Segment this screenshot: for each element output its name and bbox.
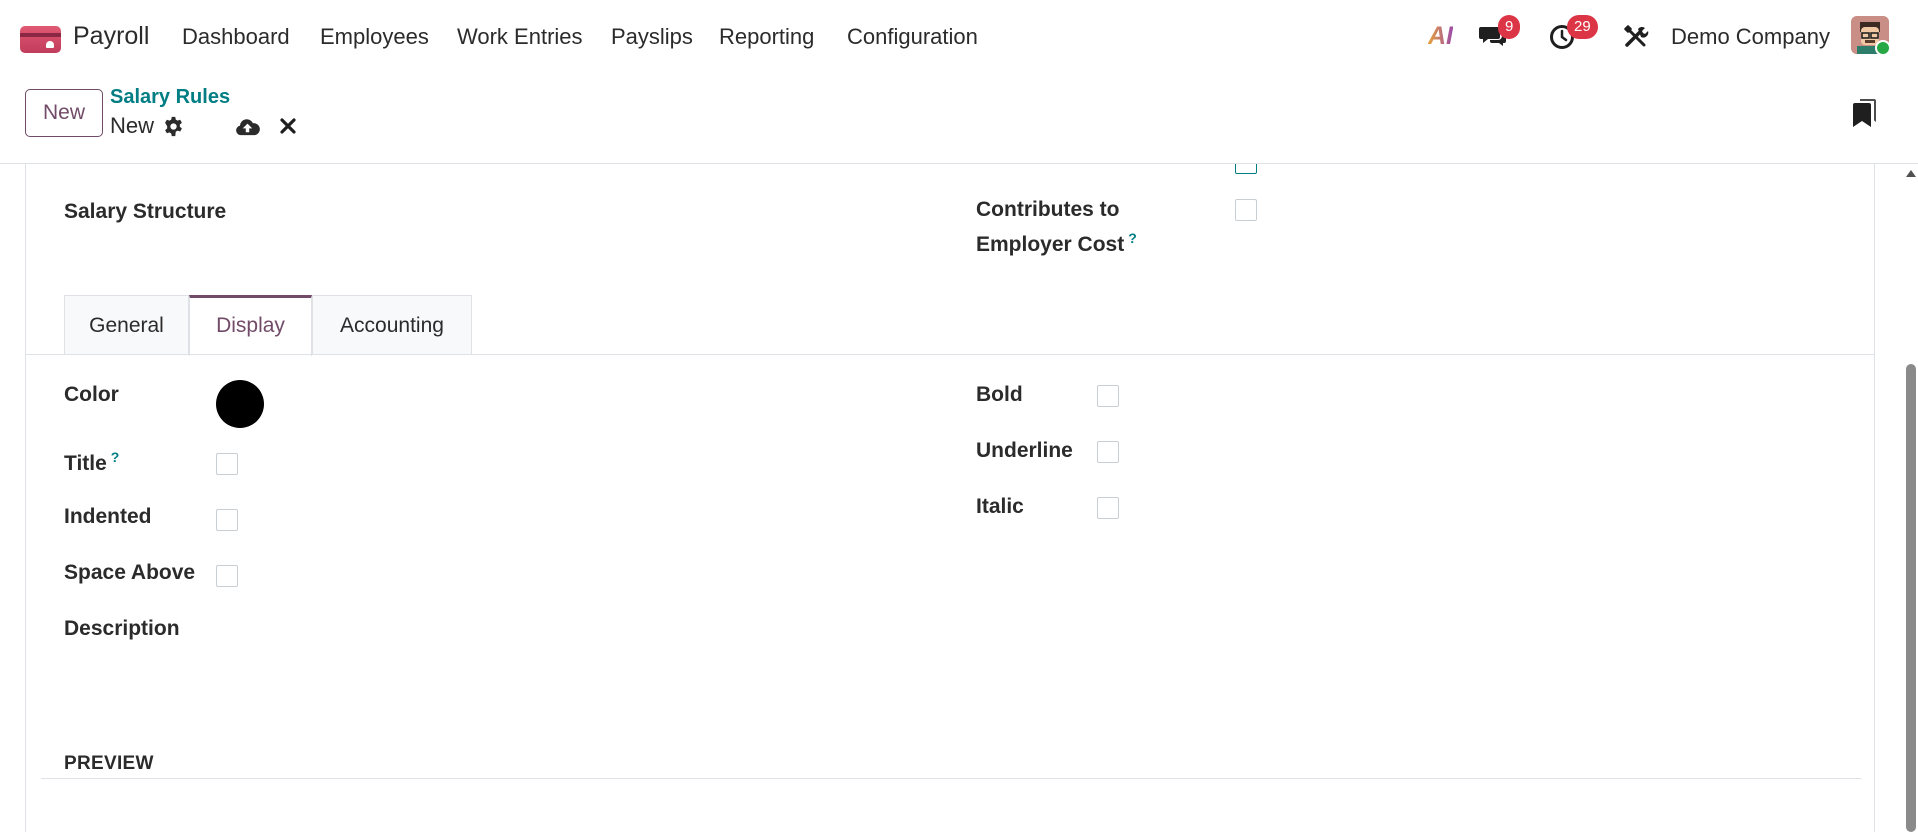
tools-icon[interactable] [1623, 24, 1649, 50]
contributes-employer-cost-label: Employer Cost? [976, 230, 1137, 256]
salary-structure-label: Salary Structure [64, 200, 227, 223]
bookmark-icon[interactable] [1853, 98, 1877, 128]
indented-checkbox[interactable] [216, 509, 238, 531]
payroll-app-icon[interactable] [20, 26, 61, 53]
contributes-employer-cost-checkbox[interactable] [1235, 199, 1257, 221]
category-label-clipped: Category [64, 164, 155, 165]
menu-employees[interactable]: Employees [320, 24, 429, 50]
underline-label: Underline [976, 439, 1073, 462]
color-label: Color [64, 383, 119, 406]
help-tooltip-icon[interactable]: ? [111, 449, 120, 465]
space-above-label: Space Above [64, 561, 196, 584]
title-checkbox[interactable] [216, 453, 238, 475]
preview-heading: PREVIEW [64, 753, 154, 774]
preview-divider [41, 778, 1861, 779]
menu-work-entries[interactable]: Work Entries [457, 24, 583, 50]
tab-accounting[interactable]: Accounting [312, 295, 472, 355]
breadcrumb-salary-rules[interactable]: Salary Rules [110, 86, 230, 109]
activities-badge: 29 [1567, 15, 1598, 39]
indented-label: Indented [64, 505, 152, 528]
tab-display[interactable]: Display [189, 295, 312, 356]
messages-badge: 9 [1498, 15, 1521, 39]
italic-checkbox[interactable] [1097, 497, 1119, 519]
gear-icon[interactable] [163, 116, 184, 137]
app-name[interactable]: Payroll [73, 22, 149, 51]
underline-checkbox[interactable] [1097, 441, 1119, 463]
menu-reporting[interactable]: Reporting [719, 24, 814, 50]
top-navbar: Payroll Dashboard Employees Work Entries… [0, 0, 1918, 74]
company-switcher[interactable]: Demo Company [1671, 24, 1830, 50]
menu-payslips[interactable]: Payslips [611, 24, 693, 50]
tab-general[interactable]: General [64, 295, 189, 355]
space-above-checkbox[interactable] [216, 565, 238, 587]
bold-checkbox[interactable] [1097, 385, 1119, 407]
record-name: New [110, 113, 155, 138]
online-status-dot [1875, 40, 1891, 56]
title-label: Title? [64, 449, 120, 475]
menu-configuration[interactable]: Configuration [847, 24, 978, 50]
menu-dashboard[interactable]: Dashboard [182, 24, 290, 50]
ai-icon[interactable]: AI [1428, 22, 1453, 51]
bold-label: Bold [976, 383, 1023, 406]
form-sheet: Category Salary Structure Contributes to… [25, 164, 1875, 832]
help-tooltip-icon[interactable]: ? [1128, 230, 1137, 246]
contributes-employer-cost-label-line1: Contributes to [976, 198, 1120, 221]
cloud-upload-icon[interactable] [235, 116, 260, 137]
new-button[interactable]: New [25, 89, 103, 137]
color-picker[interactable] [216, 380, 264, 428]
scrollbar-thumb[interactable] [1906, 364, 1916, 832]
description-label: Description [64, 617, 180, 640]
appears-on-payslip-checkbox-clipped[interactable] [1235, 164, 1257, 174]
scroll-up-arrow[interactable] [1906, 170, 1916, 177]
tabs-divider [26, 354, 1874, 355]
close-icon[interactable] [280, 118, 296, 134]
italic-label: Italic [976, 495, 1024, 518]
